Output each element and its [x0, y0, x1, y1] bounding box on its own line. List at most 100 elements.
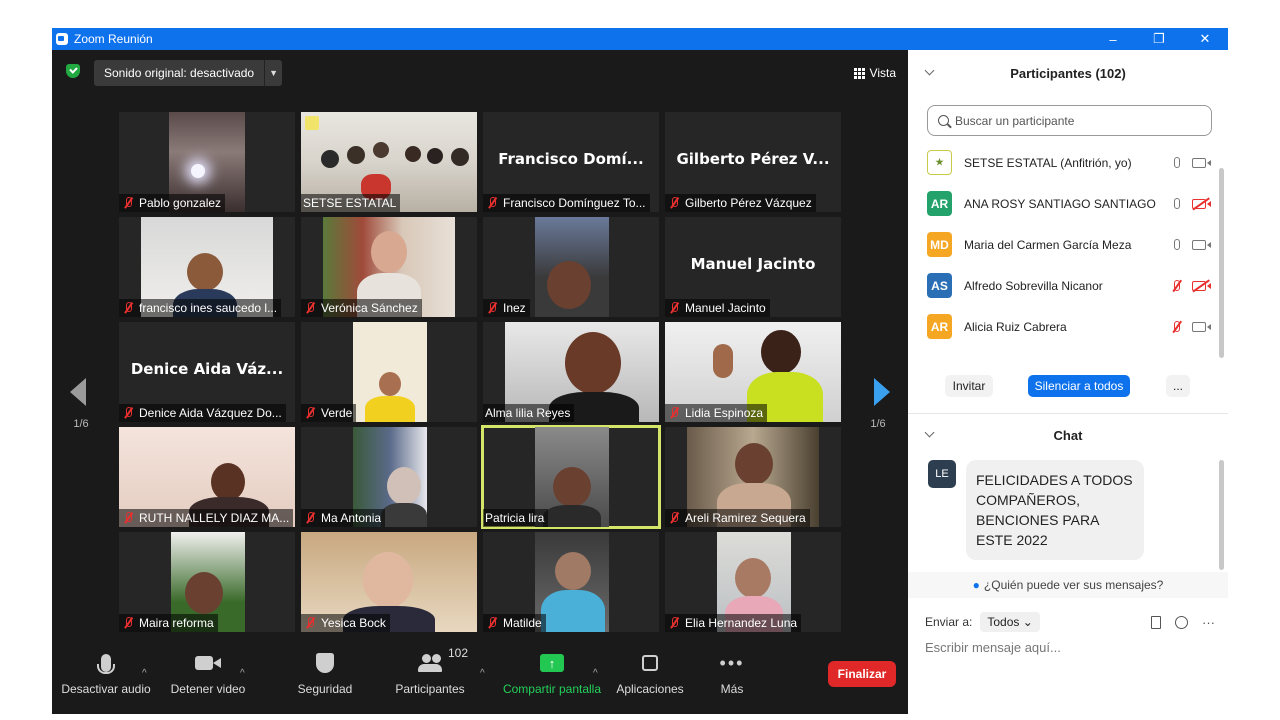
- page-indicator-right: 1/6: [870, 418, 886, 430]
- video-feed: [353, 322, 427, 422]
- video-tile[interactable]: Lidia Espinoza: [665, 322, 841, 422]
- recipient-dropdown[interactable]: Todos ⌄: [980, 612, 1040, 632]
- prev-page-arrow-icon[interactable]: [70, 378, 86, 406]
- tile-name-label: Yesica Bock: [301, 614, 390, 632]
- original-sound-toggle[interactable]: Sonido original: desactivado ▼: [94, 60, 283, 86]
- tile-name-label: SETSE ESTATAL: [301, 194, 401, 212]
- video-tile[interactable]: francisco ines saucedo l...: [119, 217, 295, 317]
- emoji-icon[interactable]: [1175, 615, 1188, 629]
- video-tile[interactable]: Yesica Bock: [301, 532, 477, 632]
- participant-row[interactable]: AR ANA ROSY SANTIAGO SANTIAGO: [908, 183, 1218, 224]
- participants-more-button[interactable]: ...: [1166, 375, 1190, 397]
- next-page-arrow-icon[interactable]: [874, 378, 890, 406]
- message-bubble[interactable]: FELICIDADES A TODOS COMPAÑEROS, BENCIONE…: [966, 460, 1144, 560]
- video-tile[interactable]: Pablo gonzalez: [119, 112, 295, 212]
- title-bar: Zoom Reunión – ❐ ✕: [52, 28, 1228, 50]
- minimize-button[interactable]: –: [1090, 28, 1136, 50]
- video-camera-icon[interactable]: [1192, 321, 1211, 332]
- send-to-label: Enviar a:: [925, 615, 973, 629]
- participant-row[interactable]: MD Maria del Carmen García Meza: [908, 224, 1218, 265]
- video-tile[interactable]: Matilde: [483, 532, 659, 632]
- chat-more-icon[interactable]: ···: [1202, 615, 1215, 630]
- video-tile[interactable]: RUTH NALLELY DIAZ MA...: [119, 427, 295, 527]
- video-tile[interactable]: Verde: [301, 322, 477, 422]
- close-button[interactable]: ✕: [1182, 28, 1228, 50]
- participant-row[interactable]: ★ SETSE ESTATAL (Anfitrión, yo): [908, 142, 1218, 183]
- divider: [908, 413, 1228, 414]
- file-icon[interactable]: [1151, 615, 1161, 629]
- more-button[interactable]: ••• Más: [712, 636, 752, 714]
- chat-scrollbar[interactable]: [1219, 460, 1224, 570]
- video-tile[interactable]: Denice Aida Váz... Denice Aida Vázquez D…: [119, 322, 295, 422]
- chevron-down-icon[interactable]: ▼: [264, 60, 282, 86]
- mic-muted-icon: [485, 196, 499, 210]
- active-speaker-tile[interactable]: Patricia lira: [481, 425, 661, 529]
- tile-name-label: Pablo gonzalez: [119, 194, 226, 212]
- avatar: AR: [927, 314, 952, 339]
- microphone-icon[interactable]: [1174, 157, 1180, 168]
- video-tile[interactable]: SETSE ESTATAL: [301, 112, 477, 212]
- side-panel: Participantes (102) Buscar un participan…: [908, 50, 1228, 692]
- microphone-icon[interactable]: [1174, 198, 1180, 209]
- video-tile[interactable]: Manuel Jacinto Manuel Jacinto: [665, 217, 841, 317]
- mic-muted-icon[interactable]: [1174, 280, 1180, 291]
- participants-options-caret-icon[interactable]: ^: [480, 668, 485, 679]
- tile-name-placeholder: Gilberto Pérez V...: [676, 150, 830, 168]
- share-options-caret-icon[interactable]: ^: [593, 668, 598, 679]
- security-button[interactable]: Seguridad: [288, 636, 362, 714]
- tile-name-label: Areli Ramirez Sequera: [665, 509, 810, 527]
- chat-message-input[interactable]: Escribir mensaje aquí...: [925, 640, 1061, 655]
- mic-muted-icon: [303, 616, 317, 630]
- video-camera-icon[interactable]: [1192, 157, 1211, 168]
- who-can-see-link[interactable]: ● ¿Quién puede ver sus mensajes?: [908, 572, 1228, 598]
- more-dots-icon: •••: [719, 652, 745, 673]
- video-tile[interactable]: Ma Antonia: [301, 427, 477, 527]
- video-tile[interactable]: Areli Ramirez Sequera: [665, 427, 841, 527]
- participant-row[interactable]: AS Alfredo Sobrevilla Nicanor: [908, 265, 1218, 306]
- mic-muted-icon[interactable]: [1174, 321, 1180, 332]
- mic-muted-icon: [303, 511, 317, 525]
- participants-scrollbar[interactable]: [1219, 168, 1224, 358]
- video-gallery: Sonido original: desactivado ▼ Vista 1/6…: [52, 50, 908, 714]
- avatar: AR: [927, 191, 952, 216]
- microphone-icon[interactable]: [1174, 239, 1180, 250]
- audio-options-caret-icon[interactable]: ^: [142, 668, 147, 679]
- send-to-row: Enviar a: Todos ⌄ ···: [925, 611, 1215, 633]
- invite-button[interactable]: Invitar: [945, 375, 993, 397]
- chevron-down-icon[interactable]: [924, 427, 935, 438]
- view-button[interactable]: Vista: [850, 60, 900, 86]
- search-icon: [938, 115, 949, 126]
- video-camera-icon[interactable]: [1192, 239, 1211, 250]
- chevron-down-icon[interactable]: [924, 65, 935, 76]
- video-off-icon[interactable]: [1192, 198, 1211, 209]
- video-off-icon[interactable]: [1192, 280, 1211, 291]
- mic-muted-icon: [667, 511, 681, 525]
- end-meeting-button[interactable]: Finalizar: [828, 661, 896, 687]
- apps-button[interactable]: Aplicaciones: [614, 636, 686, 714]
- video-tile[interactable]: Elia Hernandez Luna: [665, 532, 841, 632]
- tile-name-label: Alma lilia Reyes: [483, 404, 575, 422]
- video-tile[interactable]: Inez: [483, 217, 659, 317]
- restore-button[interactable]: ❐: [1136, 28, 1182, 50]
- participants-header[interactable]: Participantes (102): [908, 53, 1228, 93]
- participants-button[interactable]: 102 Participantes: [390, 636, 470, 714]
- video-tile[interactable]: Maira reforma: [119, 532, 295, 632]
- mic-muted-icon: [667, 301, 681, 315]
- video-tile[interactable]: Gilberto Pérez V... Gilberto Pérez Vázqu…: [665, 112, 841, 212]
- original-sound-label: Sonido original: desactivado: [104, 66, 255, 80]
- apps-icon: [642, 655, 658, 671]
- encryption-shield-icon[interactable]: [66, 64, 80, 78]
- mic-muted-icon: [121, 511, 135, 525]
- mute-audio-button[interactable]: Desactivar audio: [61, 636, 151, 714]
- video-options-caret-icon[interactable]: ^: [240, 668, 245, 679]
- video-tile[interactable]: Alma lilia Reyes: [483, 322, 659, 422]
- participant-search-input[interactable]: Buscar un participante: [927, 105, 1212, 136]
- tile-name-label: Maira reforma: [119, 614, 218, 632]
- chat-header[interactable]: Chat: [908, 415, 1228, 455]
- video-tile[interactable]: Verónica Sánchez: [301, 217, 477, 317]
- share-screen-button[interactable]: ↑ Compartir pantalla: [500, 636, 604, 714]
- video-tile[interactable]: Francisco Domí... Francisco Domínguez To…: [483, 112, 659, 212]
- participant-row[interactable]: AR Alicia Ruiz Cabrera: [908, 306, 1218, 347]
- mute-all-button[interactable]: Silenciar a todos: [1028, 375, 1130, 397]
- stop-video-button[interactable]: Detener video: [168, 636, 248, 714]
